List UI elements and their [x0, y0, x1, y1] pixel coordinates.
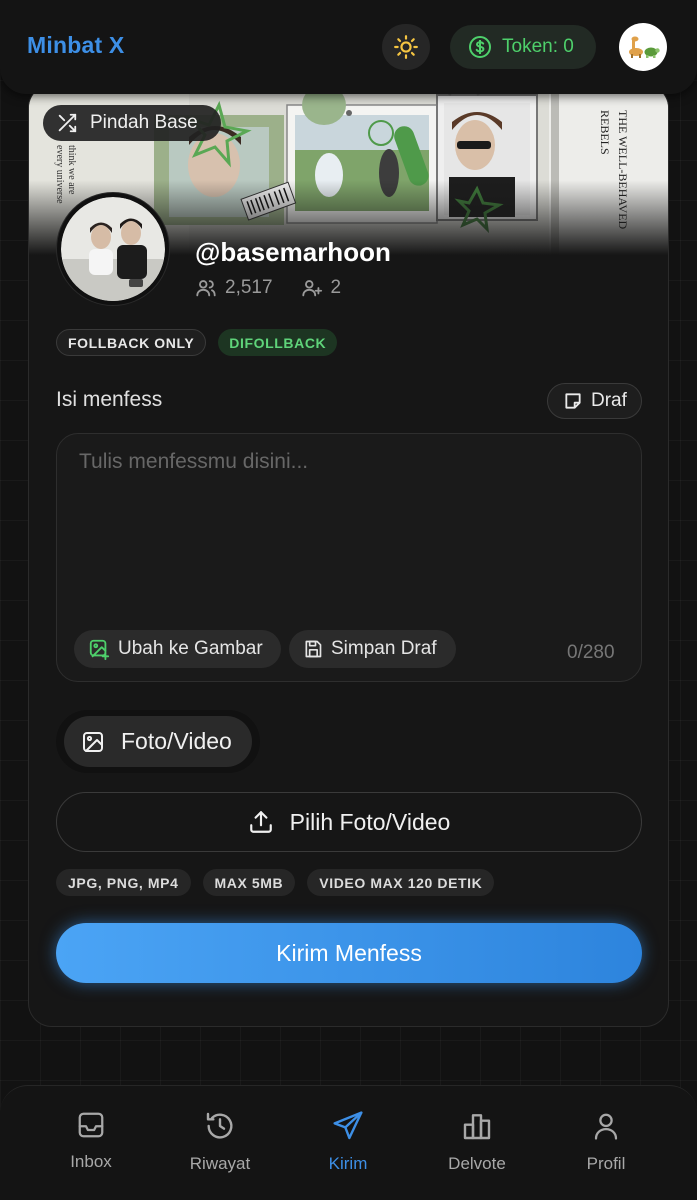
nav-item-inbox[interactable]: Inbox: [41, 1110, 141, 1172]
save-draft-button[interactable]: Simpan Draf: [289, 630, 456, 668]
nav-label-riwayat: Riwayat: [189, 1154, 251, 1173]
base-stats: 2,517 2: [195, 277, 341, 299]
compose-card: THE WELL-BEHAVED REBELS think we are eve…: [28, 84, 669, 1027]
media-mode-toggle: Foto/Video: [56, 710, 260, 773]
top-bar: Minbat X Token: 0: [0, 0, 697, 94]
photo-video-mode-label: Foto/Video: [121, 728, 232, 754]
user-icon: [591, 1110, 621, 1142]
format-tag: JPG, PNG, MP4: [56, 869, 191, 896]
user-avatar[interactable]: [619, 23, 667, 71]
save-draft-label: Simpan Draf: [331, 638, 437, 659]
token-balance[interactable]: Token: 0: [450, 25, 596, 69]
photo-video-mode-button[interactable]: Foto/Video: [64, 716, 252, 767]
nav-item-delvote[interactable]: Delvote: [427, 1110, 527, 1174]
switch-base-button[interactable]: Pindah Base: [43, 105, 221, 141]
image-plus-icon: [88, 638, 110, 660]
base-profile-picture: [57, 193, 169, 305]
history-icon: [204, 1110, 236, 1142]
menfess-label: Isi menfess: [56, 388, 163, 411]
nav-item-riwayat[interactable]: Riwayat: [170, 1110, 270, 1174]
draft-button[interactable]: Draf: [547, 383, 642, 419]
video-length-tag: VIDEO MAX 120 DETIK: [307, 869, 495, 896]
bottom-navigation: Inbox Riwayat Kirim Delvote Profil: [0, 1085, 697, 1200]
animal-emoji-avatar: [629, 36, 660, 58]
inbox-icon: [76, 1110, 106, 1140]
token-label: Token: 0: [502, 36, 574, 57]
followers-icon: [195, 277, 217, 299]
media-format-tags: JPG, PNG, MP4 MAX 5MB VIDEO MAX 120 DETI…: [56, 869, 495, 896]
convert-to-image-button[interactable]: Ubah ke Gambar: [74, 630, 281, 668]
menfess-textarea[interactable]: Tulis menfessmu disini... Ubah ke Gambar…: [56, 433, 642, 682]
follback-only-badge: FOLLBACK ONLY: [56, 329, 207, 356]
base-badges: FOLLBACK ONLY DIFOLLBACK: [56, 329, 338, 356]
dollar-circle-icon: [468, 35, 492, 59]
sun-icon: [393, 34, 419, 60]
nav-label-delvote: Delvote: [448, 1154, 506, 1173]
upload-icon: [248, 809, 274, 835]
floppy-icon: [303, 639, 323, 659]
submit-menfess-button[interactable]: Kirim Menfess: [56, 923, 642, 983]
size-limit-tag: MAX 5MB: [202, 869, 296, 896]
app-title[interactable]: Minbat X: [27, 32, 124, 59]
draft-label: Draf: [591, 390, 627, 411]
image-icon: [81, 730, 105, 754]
nav-item-profil[interactable]: Profil: [556, 1110, 656, 1174]
nav-label-inbox: Inbox: [70, 1152, 112, 1171]
svg-text:REBELS: REBELS: [598, 110, 612, 155]
convert-to-image-label: Ubah ke Gambar: [118, 638, 263, 659]
nav-label-kirim: Kirim: [328, 1154, 368, 1173]
shuffle-icon: [56, 112, 78, 134]
following-count: 2: [330, 277, 342, 298]
sticky-note-icon: [563, 391, 583, 411]
bar-chart-icon: [461, 1110, 493, 1142]
menfess-placeholder: Tulis menfessmu disini...: [79, 450, 309, 473]
difollback-badge: DIFOLLBACK: [218, 329, 338, 356]
following-icon: [301, 277, 323, 299]
pick-media-button[interactable]: Pilih Foto/Video: [56, 792, 642, 852]
theme-toggle-button[interactable]: [382, 24, 430, 70]
nav-label-profil: Profil: [586, 1154, 626, 1173]
switch-base-label: Pindah Base: [90, 112, 198, 133]
followers-count: 2,517: [225, 277, 273, 298]
send-icon: [332, 1110, 364, 1142]
char-counter: 0/280: [567, 642, 615, 663]
nav-item-kirim[interactable]: Kirim: [298, 1110, 398, 1174]
base-username: @basemarhoon: [195, 237, 391, 267]
pick-media-label: Pilih Foto/Video: [289, 808, 451, 835]
